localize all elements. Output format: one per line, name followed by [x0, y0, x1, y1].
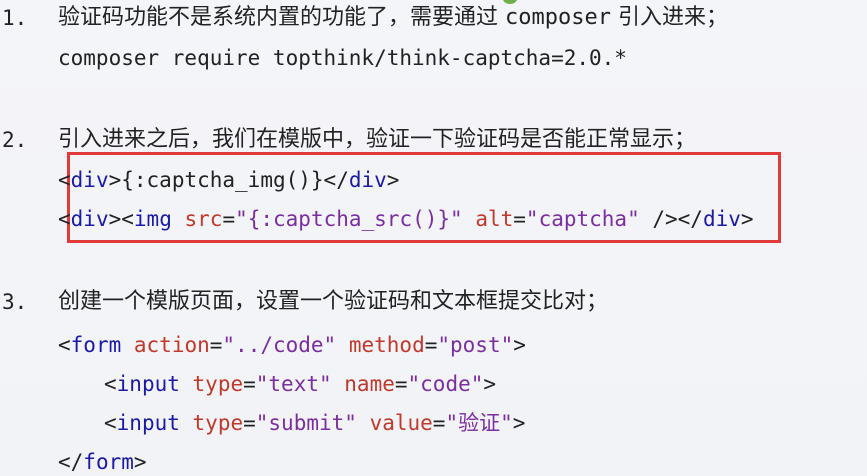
code-input-submit: <input type="submit" value="验证"> — [104, 411, 526, 435]
code-form-close: </form> — [58, 450, 147, 474]
step-1-title-code: composer — [505, 5, 611, 30]
code-input-text: <input type="text" name="code"> — [104, 372, 497, 396]
step-1-number: 1. — [2, 6, 28, 30]
code-form-open: <form action="../code" method="post"> — [58, 333, 526, 357]
step-1-title: 验证码功能不是系统内置的功能了，需要通过 composer 引入进来； — [58, 4, 728, 32]
step-3-title: 创建一个模版页面，设置一个验证码和文本框提交比对； — [58, 289, 609, 314]
step-2-title: 引入进来之后，我们在模版中，验证一下验证码是否能正常显示； — [58, 127, 697, 152]
step-3-number: 3. — [2, 290, 28, 314]
code-captcha-img: <div>{:captcha_img()}</div> — [58, 168, 400, 192]
step-1-title-part-a: 验证码功能不是系统内置的功能了，需要通过 — [58, 5, 505, 30]
step-2-number: 2. — [2, 128, 28, 152]
composer-command: composer require topthink/think-captcha=… — [58, 46, 627, 70]
step-1-title-part-b: 引入进来； — [610, 5, 728, 30]
code-captcha-src: <div><img src="{:captcha_src()}" alt="ca… — [58, 207, 754, 231]
